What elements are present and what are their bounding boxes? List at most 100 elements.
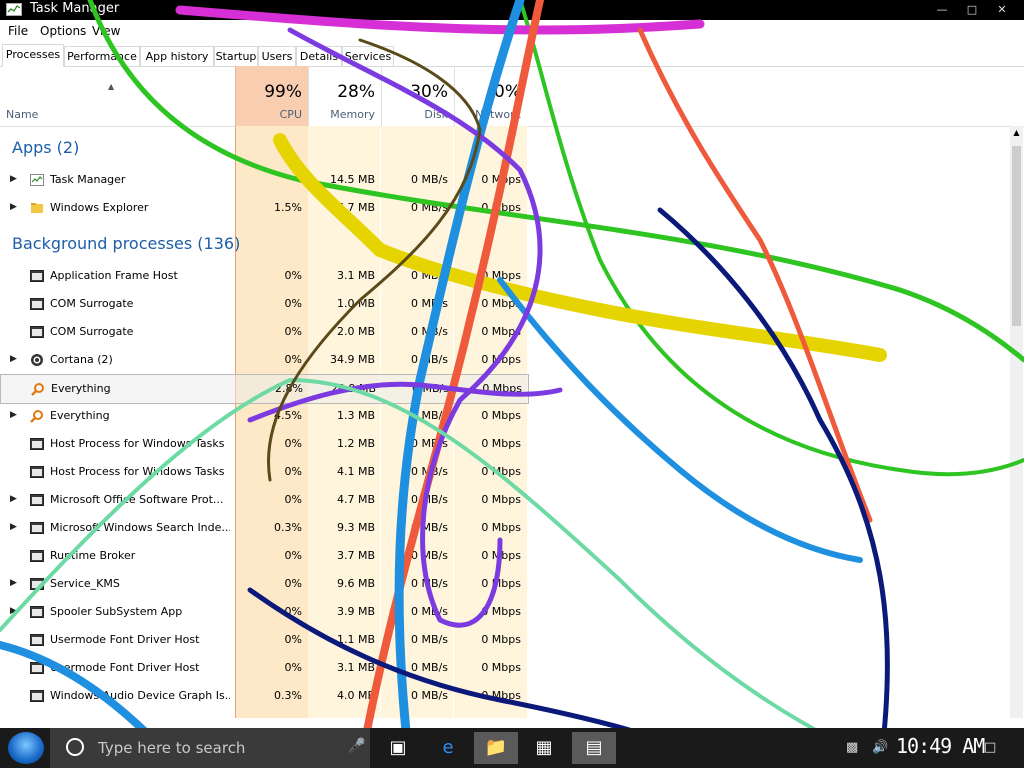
title-bar[interactable]: Task Manager — □ ✕ <box>0 0 1024 20</box>
process-network: 0 Mbps <box>481 269 521 282</box>
menu-bar: File Options View <box>0 20 1024 42</box>
process-row[interactable]: COM Surrogate 0% 1.0 MB 0 MB/s 0 Mbps <box>0 290 527 318</box>
process-memory: 20.9 MB <box>330 382 376 395</box>
sort-up-icon: ▲ <box>108 82 115 91</box>
search-box[interactable]: Type here to search 🎤 <box>50 728 370 768</box>
process-icon <box>30 201 44 215</box>
process-row[interactable]: ▶ Microsoft Office Software Prot... 0% 4.7 … <box>0 486 527 514</box>
edge-icon[interactable]: e <box>426 732 470 764</box>
column-header-disk[interactable]: 30% Disk <box>381 66 454 126</box>
process-network: 0 Mbps <box>481 173 521 186</box>
process-row[interactable]: Host Process for Windows Tasks 0% 1.2 MB 0 … <box>0 430 527 458</box>
group-header-apps[interactable]: Apps (2) <box>12 138 79 157</box>
process-row[interactable]: Windows Audio Device Graph Is... 0.3% 4.0 … <box>0 682 527 710</box>
process-row[interactable]: ▶ Cortana (2) 0% 34.9 MB 0 MB/s 0 Mbps <box>0 346 527 374</box>
process-row[interactable]: Host Process for Windows Tasks 0% 4.1 MB 0 … <box>0 458 527 486</box>
process-name: Cortana (2) <box>50 353 113 366</box>
expand-chevron-icon[interactable]: ▶ <box>10 354 17 364</box>
process-memory: 1.1 MB <box>336 633 375 646</box>
tab-details[interactable]: Details <box>296 46 342 66</box>
scrollbar-thumb[interactable] <box>1012 146 1021 326</box>
process-row[interactable]: ▶ Microsoft Windows Search Inde... 0.3% 9.3… <box>0 514 527 542</box>
process-cpu: 1.5% <box>274 201 302 214</box>
column-header-network[interactable]: 0% Network <box>454 66 527 126</box>
start-button[interactable] <box>8 732 44 764</box>
process-cpu: 0% <box>284 437 302 450</box>
volume-icon[interactable]: 🔊 <box>872 740 888 755</box>
process-cpu: 0% <box>284 465 302 478</box>
task-manager-icon <box>6 3 22 16</box>
group-header-background[interactable]: Background processes (136) <box>12 234 240 253</box>
tab-startup[interactable]: Startup <box>214 46 258 66</box>
microphone-icon[interactable]: 🎤 <box>348 738 365 754</box>
process-icon <box>30 465 44 479</box>
process-row[interactable]: Application Frame Host 0% 3.1 MB 0 MB/s 0 Mb… <box>0 262 527 290</box>
process-network: 0 Mbps <box>481 605 521 618</box>
column-header-cpu[interactable]: 99% CPU <box>235 66 309 126</box>
process-row[interactable]: Usermode Font Driver Host 0% 3.1 MB 0 MB/s 0… <box>0 654 527 682</box>
expand-chevron-icon[interactable]: ▶ <box>10 202 17 212</box>
process-disk: 0 MB/s <box>411 297 448 310</box>
process-name: Microsoft Windows Search Inde... <box>50 521 230 534</box>
maximize-button[interactable]: □ <box>960 2 984 18</box>
process-row[interactable]: ▶ Task Manager 14.5 MB 0 MB/s 0 Mbps <box>0 166 527 194</box>
search-placeholder: Type here to search <box>98 739 246 757</box>
process-cpu: 4.5% <box>274 409 302 422</box>
task-view-icon[interactable]: ▣ <box>376 732 420 764</box>
process-row[interactable]: COM Surrogate 0% 2.0 MB 0 MB/s 0 Mbps <box>0 318 527 346</box>
expand-chevron-icon[interactable]: ▶ <box>10 174 17 184</box>
tab-performance[interactable]: Performance <box>64 46 140 66</box>
process-disk: 0 MB/s <box>411 353 448 366</box>
process-cpu: 0% <box>284 605 302 618</box>
notifications-icon[interactable]: □ <box>984 740 996 755</box>
tab-users[interactable]: Users <box>258 46 296 66</box>
expand-chevron-icon[interactable]: ▶ <box>10 522 17 532</box>
close-button[interactable]: ✕ <box>990 2 1014 18</box>
expand-chevron-icon[interactable]: ▶ <box>10 494 17 504</box>
store-icon[interactable]: ▦ <box>522 732 566 764</box>
process-name: Windows Explorer <box>50 201 149 214</box>
column-header-memory[interactable]: 28% Memory <box>308 66 381 126</box>
column-header-name[interactable]: Name <box>6 108 38 121</box>
menu-options[interactable]: Options <box>40 24 86 38</box>
expand-chevron-icon[interactable]: ▶ <box>10 606 17 616</box>
file-explorer-icon[interactable]: 📁 <box>474 732 518 764</box>
process-row[interactable]: Everything 2.8% 20.9 MB 0 MB/s 0 Mbps <box>0 374 529 404</box>
expand-chevron-icon[interactable]: ▶ <box>10 410 17 420</box>
process-network: 0 Mbps <box>481 633 521 646</box>
process-cpu: 0% <box>284 633 302 646</box>
expand-chevron-icon[interactable]: ▶ <box>10 578 17 588</box>
process-row[interactable]: ▶ Spooler SubSystem App 0% 3.9 MB 0 MB/s 0 Mb… <box>0 598 527 626</box>
clock[interactable]: 10:49 AM <box>896 734 985 758</box>
search-icon <box>66 738 84 756</box>
process-disk: 0 MB/s <box>411 465 448 478</box>
network-label: Network <box>475 108 521 121</box>
process-icon <box>30 173 44 187</box>
minimize-button[interactable]: — <box>930 2 954 18</box>
process-icon <box>30 297 44 311</box>
process-disk: 0 MB/s <box>411 269 448 282</box>
process-row[interactable]: Usermode Font Driver Host 0% 1.1 MB 0 MB/s 0… <box>0 626 527 654</box>
scroll-up-icon[interactable]: ▲ <box>1010 128 1023 137</box>
process-row[interactable]: ▶ Windows Explorer 1.5% 36.7 MB 0 MB/s 0 Mbps <box>0 194 527 222</box>
menu-file[interactable]: File <box>8 24 28 38</box>
process-row[interactable]: ▶ Everything 4.5% 1.3 MB 0 MB/s 0 Mbps <box>0 402 527 430</box>
tab-processes[interactable]: Processes <box>2 44 64 67</box>
process-row[interactable]: ▶ Service_KMS 0% 9.6 MB 0 MB/s 0 Mbps <box>0 570 527 598</box>
process-memory: 3.1 MB <box>336 269 375 282</box>
process-row[interactable]: Runtime Broker 0% 3.7 MB 0 MB/s 0 Mbps <box>0 542 527 570</box>
process-name: Microsoft Office Software Prot... <box>50 493 224 506</box>
process-disk: 0 MB/s <box>411 689 448 702</box>
process-memory: 36.7 MB <box>329 201 375 214</box>
tab-app-history[interactable]: App history <box>140 46 214 66</box>
menu-view[interactable]: View <box>92 24 120 38</box>
process-name: Host Process for Windows Tasks <box>50 437 225 450</box>
disk-total-percent: 30% <box>410 82 448 102</box>
tab-services[interactable]: Services <box>342 46 394 66</box>
vertical-scrollbar[interactable]: ▲ <box>1010 126 1023 718</box>
network-tray-icon[interactable]: ▩ <box>846 740 858 755</box>
task-manager-taskbar-icon[interactable]: ▤ <box>572 732 616 764</box>
cpu-total-percent: 99% <box>264 82 302 102</box>
process-network: 0 Mbps <box>481 661 521 674</box>
process-network: 0 Mbps <box>481 689 521 702</box>
